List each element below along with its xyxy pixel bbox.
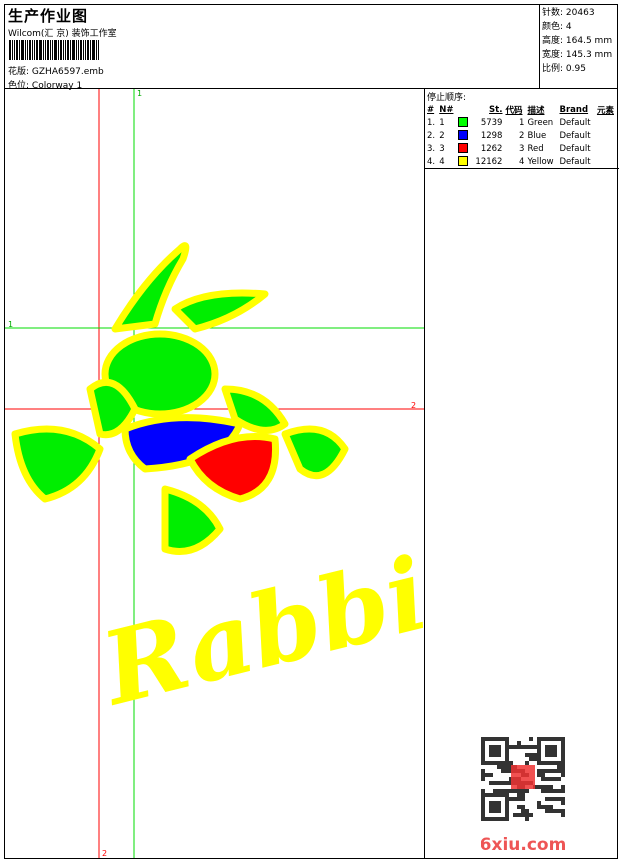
page-title: 生产作业图: [8, 7, 89, 25]
color-row: 3. 3 1262 3 Red Default: [427, 143, 591, 154]
info-scale: 比例: 0.95: [542, 64, 586, 74]
design-lettering: Rabbit: [89, 523, 424, 729]
info-stitches: 针数: 20463: [542, 8, 595, 18]
watermark-text: 6xiu.com: [481, 835, 565, 852]
stop-sequence-panel: 停止顺序: # N# St. 代码 描述 Brand 元素 1. 1 5739 1 Green Def…: [424, 89, 619, 859]
guide-label: 2: [411, 401, 416, 410]
stop-sequence-title: 停止顺序:: [427, 93, 467, 103]
file-row: 花版: GZHA6597.emb: [8, 64, 104, 77]
color-row: 4. 4 12162 4 Yellow Default: [427, 156, 591, 167]
design-info: 针数: 20463 颜色: 4 高度: 164.5 mm 宽度: 145.3 m…: [539, 4, 618, 89]
seal-icon: [511, 765, 535, 789]
color-row: 1. 1 5739 1 Green Default: [427, 117, 591, 128]
embroidery-design: Rabbit 1 1 2 2: [5, 89, 424, 858]
color-row: 2. 2 1298 2 Blue Default: [427, 130, 591, 141]
design-canvas: Rabbit 1 1 2 2: [5, 89, 424, 858]
studio-name: Wilcom(汇 京) 装饰工作室: [8, 29, 117, 39]
color-table: # N# St. 代码 描述 Brand 元素 1. 1 5739 1 Green Default 2.…: [426, 103, 618, 168]
barcode: [9, 40, 131, 60]
header: 生产作业图 Wilcom(汇 京) 装饰工作室 花版: GZHA6597.emb…: [4, 4, 618, 91]
info-height: 高度: 164.5 mm: [542, 36, 613, 46]
watermark-logo: 6xiu.com: [481, 737, 565, 852]
info-colors: 颜色: 4: [542, 22, 572, 32]
color-swatch: [458, 117, 469, 128]
color-swatch: [458, 143, 469, 154]
guide-label: 2: [102, 849, 107, 858]
file-label: 花版:: [8, 67, 30, 77]
rabbit-shape: [11, 242, 349, 555]
guide-label: 1: [8, 320, 13, 329]
info-width: 宽度: 145.3 mm: [542, 50, 613, 60]
guide-label: 1: [137, 89, 142, 98]
color-swatch: [458, 130, 469, 141]
file-name: GZHA6597.emb: [31, 67, 104, 77]
color-swatch: [458, 156, 469, 167]
divider: [425, 168, 619, 169]
